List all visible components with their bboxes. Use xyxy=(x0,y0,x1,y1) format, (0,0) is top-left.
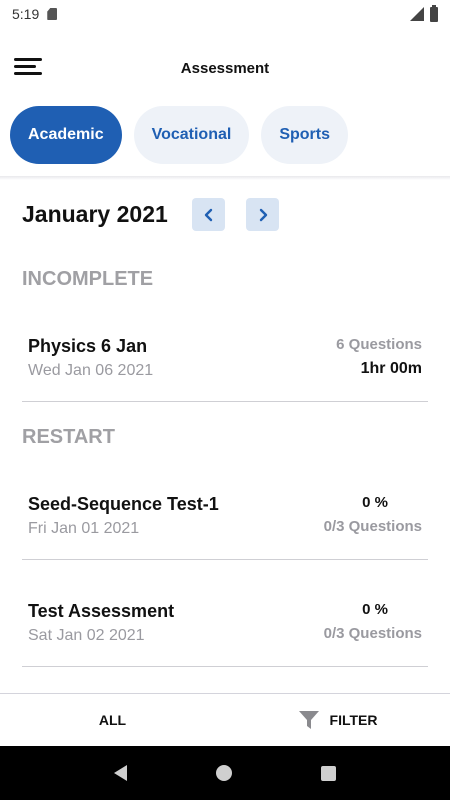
question-count: 6 Questions xyxy=(336,336,422,353)
assessment-item[interactable]: Test Assessment Sat Jan 02 2021 0 % 0/3 … xyxy=(22,587,428,667)
assessment-date: Sat Jan 02 2021 xyxy=(28,627,145,644)
tab-academic[interactable]: Academic xyxy=(10,106,122,164)
month-label: January 2021 xyxy=(22,201,168,227)
progress-percent: 0 % xyxy=(362,601,388,618)
sd-card-icon xyxy=(47,8,58,20)
signal-icon xyxy=(410,7,424,21)
progress-percent: 0 % xyxy=(362,494,388,511)
battery-icon xyxy=(430,4,438,22)
assessment-item[interactable]: Seed-Sequence Test-1 Fri Jan 01 2021 0 %… xyxy=(22,480,428,560)
bottom-action-bar: ALL FILTER xyxy=(0,693,450,746)
section-title-incomplete: INCOMPLETE xyxy=(22,268,154,290)
assessment-name: Seed-Sequence Test-1 xyxy=(28,494,219,514)
assessment-date: Fri Jan 01 2021 xyxy=(28,520,140,537)
all-button[interactable]: ALL xyxy=(0,694,225,746)
filter-button[interactable]: FILTER xyxy=(225,694,450,746)
next-month-button[interactable] xyxy=(246,198,279,231)
filter-label: FILTER xyxy=(329,712,378,728)
status-time: 5:19 xyxy=(12,6,40,22)
recent-apps-icon[interactable] xyxy=(320,765,336,781)
status-bar: 5:19 xyxy=(0,0,450,28)
chevron-right-icon xyxy=(259,208,267,221)
assessment-date: Wed Jan 06 2021 xyxy=(28,362,154,379)
home-icon[interactable] xyxy=(215,765,232,781)
status-icons xyxy=(410,4,438,22)
duration: 1hr 00m xyxy=(360,360,422,377)
questions-answered: 0/3 Questions xyxy=(323,518,422,535)
all-label: ALL xyxy=(98,712,127,728)
header-divider xyxy=(0,176,450,180)
section-title-restart: RESTART xyxy=(22,426,115,448)
chevron-left-icon xyxy=(204,208,212,221)
questions-answered: 0/3 Questions xyxy=(323,625,422,642)
page-title: Assessment xyxy=(180,59,270,77)
tab-sports[interactable]: Sports xyxy=(261,106,348,164)
assessment-name: Test Assessment xyxy=(28,601,175,621)
category-tabs: Academic Vocational Sports xyxy=(10,106,348,164)
month-selector: January 2021 xyxy=(22,198,300,231)
system-nav-bar xyxy=(0,746,450,800)
app-bar: Assessment xyxy=(0,48,450,88)
assessment-item[interactable]: Physics 6 Jan Wed Jan 06 2021 6 Question… xyxy=(22,322,428,402)
tab-vocational[interactable]: Vocational xyxy=(133,106,250,164)
back-icon[interactable] xyxy=(114,765,128,781)
previous-month-button[interactable] xyxy=(192,198,225,231)
hamburger-menu-icon[interactable] xyxy=(14,58,42,78)
filter-funnel-icon xyxy=(298,711,319,729)
assessment-name: Physics 6 Jan xyxy=(28,336,148,356)
